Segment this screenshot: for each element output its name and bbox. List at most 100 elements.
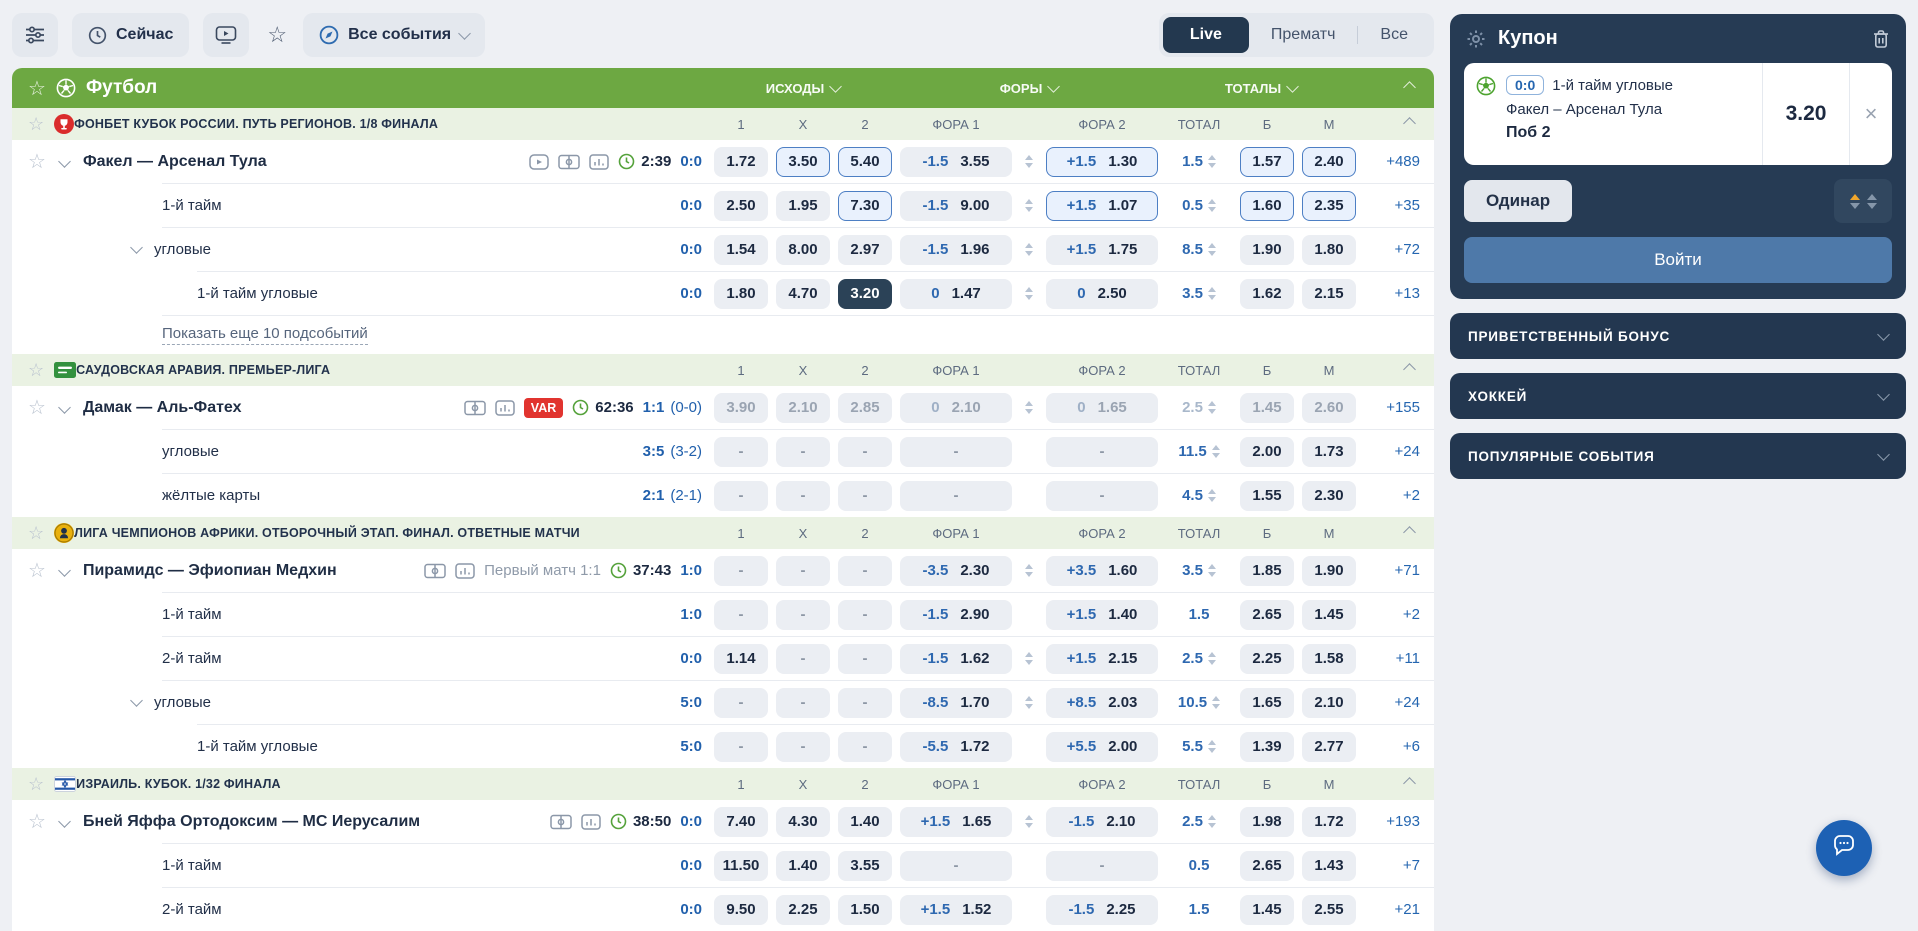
more-markets-count[interactable]: +489 xyxy=(1364,153,1420,170)
more-markets-count[interactable]: +13 xyxy=(1364,285,1420,302)
event-row[interactable]: Факел — Арсенал Тула2:390:01.723.505.40-… xyxy=(12,140,1434,183)
submarket-row[interactable]: 1-й тайм0:02.501.957.30-1.59.00+1.51.070… xyxy=(12,184,1434,227)
odds-cell[interactable]: 3.20 xyxy=(838,279,892,309)
stepper-icon[interactable] xyxy=(1212,696,1220,709)
handicap-cell[interactable]: -1.52.25 xyxy=(1046,895,1158,925)
odds-cell[interactable]: 1.43 xyxy=(1302,851,1356,881)
total-line-cell[interactable]: 3.5 xyxy=(1166,562,1232,579)
odds-cell[interactable]: 2.85 xyxy=(838,393,892,423)
favorite-sport-star-icon[interactable] xyxy=(28,76,46,101)
stepper-icon[interactable] xyxy=(1020,287,1038,300)
accordion-hockey[interactable]: ХОККЕЙ xyxy=(1450,373,1906,419)
odds-cell[interactable]: 2.55 xyxy=(1302,895,1356,925)
handicap-cell[interactable]: +1.51.52 xyxy=(900,895,1012,925)
more-markets-count[interactable]: +155 xyxy=(1364,399,1420,416)
total-line-cell[interactable]: 5.5 xyxy=(1166,738,1232,755)
odds-cell[interactable]: 2.15 xyxy=(1302,279,1356,309)
odds-cell[interactable]: 1.45 xyxy=(1240,895,1294,925)
sort-odds-button[interactable] xyxy=(1834,179,1892,223)
stepper-icon[interactable] xyxy=(1208,564,1216,577)
stepper-icon[interactable] xyxy=(1212,445,1220,458)
more-markets-count[interactable]: +6 xyxy=(1364,738,1420,755)
odds-cell[interactable]: 5.40 xyxy=(838,147,892,177)
total-line-cell[interactable]: 11.5 xyxy=(1166,443,1232,460)
odds-cell[interactable]: 2.25 xyxy=(1240,644,1294,674)
total-line-cell[interactable]: 10.5 xyxy=(1166,694,1232,711)
handicap-cell[interactable]: -5.51.72 xyxy=(900,732,1012,762)
odds-cell[interactable]: 1.65 xyxy=(1240,688,1294,718)
remove-bet-icon[interactable]: × xyxy=(1850,63,1892,165)
submarket-row[interactable]: 1-й тайм1:0----1.52.90+1.51.401.52.651.4… xyxy=(12,593,1434,636)
sport-header[interactable]: Футбол ИСХОДЫ ФОРЫ ТОТАЛЫ xyxy=(12,68,1434,108)
odds-cell[interactable]: 1.14 xyxy=(714,644,768,674)
total-line-cell[interactable]: 0.5 xyxy=(1166,197,1232,214)
accordion-popular-events[interactable]: ПОПУЛЯРНЫЕ СОБЫТИЯ xyxy=(1450,433,1906,479)
total-line-cell[interactable]: 2.5 xyxy=(1166,399,1232,416)
odds-cell[interactable]: - xyxy=(776,481,830,511)
odds-cell[interactable]: 1.80 xyxy=(714,279,768,309)
stepper-icon[interactable] xyxy=(1208,652,1216,665)
handicap-cell[interactable]: -1.59.00 xyxy=(900,191,1012,221)
odds-cell[interactable]: 1.58 xyxy=(1302,644,1356,674)
handicap-cell[interactable]: -1.51.62 xyxy=(900,644,1012,674)
odds-cell[interactable]: 1.72 xyxy=(714,147,768,177)
handicap-cell[interactable]: -8.51.70 xyxy=(900,688,1012,718)
odds-cell[interactable]: 11.50 xyxy=(714,851,768,881)
collapse-league-button[interactable] xyxy=(1405,115,1420,133)
handicap-cell[interactable]: -3.52.30 xyxy=(900,556,1012,586)
odds-cell[interactable]: 1.50 xyxy=(838,895,892,925)
odds-cell[interactable]: 1.40 xyxy=(776,851,830,881)
odds-cell[interactable]: 2.35 xyxy=(1302,191,1356,221)
odds-cell[interactable]: 7.30 xyxy=(838,191,892,221)
odds-cell[interactable]: - xyxy=(1046,481,1158,511)
odds-cell[interactable]: - xyxy=(714,556,768,586)
odds-cell[interactable]: 2.00 xyxy=(1240,437,1294,467)
handicap-cell[interactable]: +1.51.30 xyxy=(1046,147,1158,177)
odds-cell[interactable]: 1.55 xyxy=(1240,481,1294,511)
stepper-icon[interactable] xyxy=(1208,401,1216,414)
stepper-icon[interactable] xyxy=(1208,287,1216,300)
odds-cell[interactable]: 2.30 xyxy=(1302,481,1356,511)
handicap-cell[interactable]: 02.50 xyxy=(1046,279,1158,309)
submarket-row[interactable]: жёлтые карты2:1(2-1)-----4.51.552.30+2 xyxy=(12,474,1434,517)
odds-cell[interactable]: 2.65 xyxy=(1240,600,1294,630)
odds-cell[interactable]: 1.62 xyxy=(1240,279,1294,309)
odds-cell[interactable]: 2.10 xyxy=(776,393,830,423)
handicap-cell[interactable]: -1.52.10 xyxy=(1046,807,1158,837)
odds-cell[interactable]: - xyxy=(900,481,1012,511)
handicap-cell[interactable]: 01.47 xyxy=(900,279,1012,309)
more-markets-count[interactable]: +11 xyxy=(1364,650,1420,667)
stepper-icon[interactable] xyxy=(1020,564,1038,577)
favorite-league-star-icon[interactable] xyxy=(28,360,44,381)
stepper-icon[interactable] xyxy=(1208,815,1216,828)
submarket-row[interactable]: 1-й тайм0:011.501.403.55--0.52.651.43+7 xyxy=(12,844,1434,887)
collapse-league-button[interactable] xyxy=(1405,361,1420,379)
collapse-league-button[interactable] xyxy=(1405,524,1420,542)
odds-cell[interactable]: - xyxy=(714,600,768,630)
handicap-cell[interactable]: +8.52.03 xyxy=(1046,688,1158,718)
total-line-cell[interactable]: 2.5 xyxy=(1166,813,1232,830)
odds-cell[interactable]: 1.90 xyxy=(1240,235,1294,265)
total-line-cell[interactable]: 1.5 xyxy=(1166,606,1232,623)
stepper-icon[interactable] xyxy=(1208,243,1216,256)
odds-cell[interactable]: 1.60 xyxy=(1240,191,1294,221)
more-markets-count[interactable]: +24 xyxy=(1364,443,1420,460)
odds-cell[interactable]: 1.90 xyxy=(1302,556,1356,586)
stepper-icon[interactable] xyxy=(1208,740,1216,753)
handicap-cell[interactable]: 01.65 xyxy=(1046,393,1158,423)
favorite-league-star-icon[interactable] xyxy=(28,114,44,135)
handicap-cell[interactable]: +5.52.00 xyxy=(1046,732,1158,762)
stepper-icon[interactable] xyxy=(1208,155,1216,168)
odds-cell[interactable]: - xyxy=(900,437,1012,467)
submarket-row[interactable]: 1-й тайм угловые5:0----5.51.72+5.52.005.… xyxy=(12,725,1434,768)
odds-cell[interactable]: - xyxy=(1046,851,1158,881)
odds-cell[interactable]: 1.73 xyxy=(1302,437,1356,467)
odds-cell[interactable]: 4.70 xyxy=(776,279,830,309)
filters-button[interactable] xyxy=(12,13,58,57)
odds-cell[interactable]: - xyxy=(838,437,892,467)
support-chat-button[interactable] xyxy=(1816,820,1872,876)
favorite-event-star-icon[interactable] xyxy=(28,558,46,583)
handicap-cell[interactable]: -1.51.96 xyxy=(900,235,1012,265)
total-line-cell[interactable]: 1.5 xyxy=(1166,901,1232,918)
odds-cell[interactable]: - xyxy=(838,600,892,630)
